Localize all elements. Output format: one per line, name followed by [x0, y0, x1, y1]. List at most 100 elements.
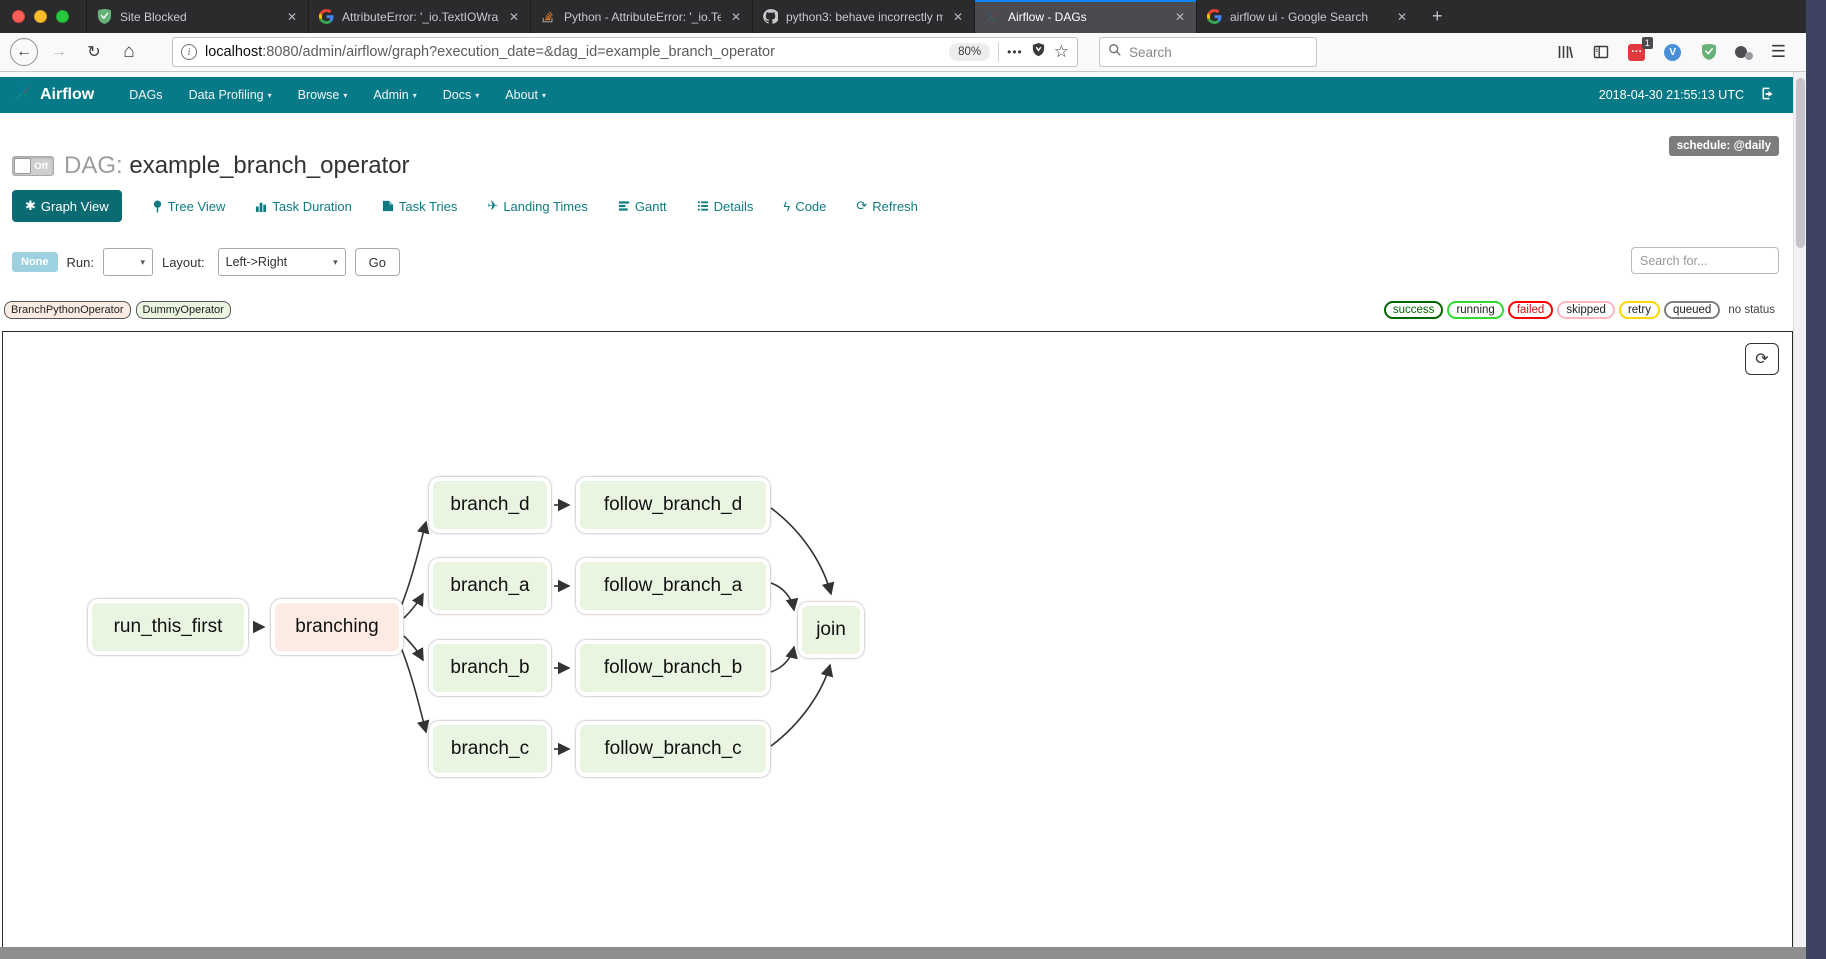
nav-item-admin[interactable]: Admin▾	[360, 88, 429, 102]
nav-item-dags[interactable]: DAGs	[116, 88, 175, 102]
nav-item-about[interactable]: About▾	[492, 88, 559, 102]
task-search-input[interactable]	[1631, 247, 1779, 274]
tab-title: AttributeError: '_io.TextIOWrapp	[342, 10, 499, 24]
tracking-shield-icon[interactable]	[1031, 42, 1046, 62]
airflow-brand[interactable]: Airflow	[12, 82, 94, 109]
chart-page-icon	[382, 200, 394, 212]
tab-landing-times[interactable]: ✈Landing Times	[487, 198, 587, 214]
graph-node-branching[interactable]: branching	[271, 599, 403, 655]
graph-node-join[interactable]: join	[798, 602, 864, 658]
bookmark-star-icon[interactable]: ☆	[1054, 42, 1069, 62]
site-info-icon[interactable]: i	[181, 44, 197, 60]
forward-button[interactable]: →	[45, 38, 73, 66]
tab-code[interactable]: ϟCode	[783, 199, 826, 214]
tree-icon	[152, 200, 163, 213]
operator-legend-DummyOperator: DummyOperator	[136, 301, 231, 319]
bar-chart-icon	[255, 200, 267, 212]
browser-search-bar[interactable]	[1099, 37, 1317, 67]
desktop-edge-bottom	[0, 947, 1806, 959]
minimize-window-button[interactable]	[34, 10, 47, 23]
reload-button[interactable]: ↻	[80, 38, 108, 66]
tab-airflow-ui-search[interactable]: airflow ui - Google Search ✕	[1196, 0, 1418, 33]
extension-shield-icon[interactable]	[1699, 42, 1719, 62]
tab-airflow-dags-active[interactable]: Airflow - DAGs ✕	[974, 0, 1196, 33]
scrollbar-thumb[interactable]	[1796, 78, 1805, 248]
dag-pause-toggle[interactable]: Off	[12, 156, 54, 176]
zoom-level-badge[interactable]: 80%	[949, 43, 990, 61]
tab-gantt[interactable]: Gantt	[618, 199, 667, 214]
layout-select-value: Left->Right	[226, 255, 288, 269]
tab-python-stackoverflow[interactable]: Python - AttributeError: '_io.Te ✕	[530, 0, 752, 33]
extension-badge: 1	[1642, 37, 1653, 49]
page-actions-icon[interactable]: •••	[1007, 45, 1023, 59]
graph-node-follow_branch_d[interactable]: follow_branch_d	[576, 477, 770, 533]
layout-label: Layout:	[162, 255, 205, 270]
chevron-down-icon: ▾	[343, 91, 347, 100]
nav-item-browse[interactable]: Browse▾	[285, 88, 361, 102]
browser-toolbar: ← → ↻ ⌂ i localhost:8080/admin/airflow/g…	[0, 33, 1806, 72]
tab-task-duration[interactable]: Task Duration	[255, 199, 351, 214]
browser-search-input[interactable]	[1129, 45, 1279, 60]
tab-site-blocked[interactable]: Site Blocked ✕	[86, 0, 308, 33]
tab-tree-view[interactable]: Tree View	[152, 199, 226, 214]
tab-close-icon[interactable]: ✕	[951, 8, 965, 26]
schedule-badge: schedule: @daily	[1669, 136, 1779, 156]
tab-python3-github[interactable]: python3: behave incorrectly mo ✕	[752, 0, 974, 33]
tab-close-icon[interactable]: ✕	[1173, 8, 1187, 26]
tab-task-tries[interactable]: Task Tries	[382, 199, 458, 214]
nav-item-docs[interactable]: Docs▾	[430, 88, 493, 102]
new-tab-button[interactable]: +	[1418, 0, 1457, 33]
url-bar[interactable]: i localhost:8080/admin/airflow/graph?exe…	[172, 37, 1078, 67]
dag-graph-canvas[interactable]: run_this_first branching branch_d branch_ab…	[2, 331, 1793, 959]
extension-blue-icon[interactable]: V	[1663, 42, 1683, 62]
nav-item-data-profiling[interactable]: Data Profiling▾	[176, 88, 285, 102]
airflow-logo-icon	[12, 82, 34, 109]
status-legend-failed: failed	[1508, 301, 1554, 319]
url-text[interactable]: localhost:8080/admin/airflow/graph?execu…	[205, 44, 941, 60]
chevron-down-icon: ▾	[542, 91, 546, 100]
stackoverflow-icon	[540, 9, 556, 25]
graph-node-branch_c[interactable]: branch_c	[429, 721, 551, 777]
graph-node-branch_a[interactable]: branch_a	[429, 558, 551, 614]
back-button[interactable]: ←	[10, 38, 38, 66]
home-button[interactable]: ⌂	[115, 38, 143, 66]
extension-circles-icon[interactable]	[1735, 43, 1753, 61]
status-legend-queued: queued	[1664, 301, 1720, 319]
github-icon	[762, 9, 778, 25]
tab-close-icon[interactable]: ✕	[729, 8, 743, 26]
graph-node-run_this_first[interactable]: run_this_first	[88, 599, 248, 655]
zoom-window-button[interactable]	[56, 10, 69, 23]
status-legend-no-status: no status	[1724, 303, 1779, 317]
tab-attributeerror-google[interactable]: AttributeError: '_io.TextIOWrapp ✕	[308, 0, 530, 33]
tab-title: Airflow - DAGs	[1008, 10, 1165, 24]
graph-node-branch_b[interactable]: branch_b	[429, 640, 551, 696]
go-button[interactable]: Go	[355, 248, 400, 276]
sidebar-icon[interactable]	[1591, 42, 1611, 62]
menu-hamburger-icon[interactable]: ☰	[1771, 42, 1786, 62]
tab-graph-view[interactable]: ✱Graph View	[12, 190, 122, 222]
run-select[interactable]: ▾	[103, 248, 153, 276]
url-domain: localhost	[205, 44, 262, 60]
graph-node-follow_branch_b[interactable]: follow_branch_b	[576, 640, 770, 696]
chevron-down-icon: ▾	[475, 91, 479, 100]
graph-refresh-button[interactable]: ⟳	[1745, 343, 1779, 375]
graph-node-follow_branch_a[interactable]: follow_branch_a	[576, 558, 770, 614]
dag-name: example_branch_operator	[129, 152, 409, 179]
close-window-button[interactable]	[12, 10, 25, 23]
run-controls: None Run: ▾ Layout: Left->Right▾ Go	[12, 247, 1793, 277]
layout-select[interactable]: Left->Right▾	[218, 248, 346, 276]
logout-icon[interactable]	[1760, 86, 1775, 104]
adguard-shield-icon	[96, 9, 112, 25]
page-scrollbar[interactable]	[1793, 72, 1806, 947]
graph-node-follow_branch_c[interactable]: follow_branch_c	[576, 721, 770, 777]
tab-details[interactable]: Details	[697, 199, 754, 214]
tab-close-icon[interactable]: ✕	[1395, 8, 1409, 26]
extension-red-icon[interactable]: ··· 1	[1627, 42, 1647, 62]
status-legend: successrunningfailedskippedretryqueued n…	[1384, 301, 1779, 319]
title-prefix: DAG:	[64, 152, 123, 179]
tab-close-icon[interactable]: ✕	[285, 8, 299, 26]
library-icon[interactable]	[1555, 42, 1575, 62]
tab-close-icon[interactable]: ✕	[507, 8, 521, 26]
tab-refresh[interactable]: ⟳Refresh	[856, 198, 917, 214]
graph-node-branch_d[interactable]: branch_d	[429, 477, 551, 533]
